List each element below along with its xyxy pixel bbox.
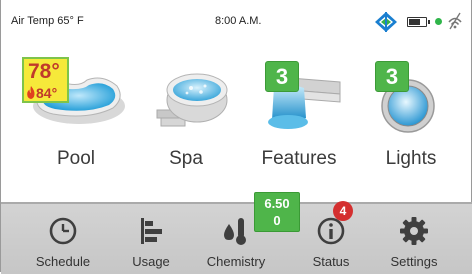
controller-screen: Air Temp 65° F 8:00 A.M. Pool 78° 84° Sp… bbox=[0, 0, 472, 274]
chemistry-icon bbox=[224, 218, 246, 245]
lights-count-badge: 3 bbox=[375, 61, 409, 92]
lights-label: Lights bbox=[385, 148, 437, 169]
nav-status-label: Status bbox=[312, 254, 350, 269]
pool-temp-badge: 78° 84° bbox=[22, 57, 69, 103]
pool-current-temp: 84° bbox=[36, 85, 58, 101]
chemistry-ph-value: 6.50 bbox=[264, 196, 290, 211]
nav-usage[interactable]: Usage bbox=[104, 204, 198, 274]
spa-image bbox=[156, 73, 228, 127]
chemistry-readings-badge: 6.50 0 bbox=[254, 192, 300, 232]
nav-schedule[interactable]: Schedule bbox=[16, 204, 110, 274]
nav-chemistry-label: Chemistry bbox=[206, 254, 266, 269]
lights-tile[interactable]: Lights bbox=[356, 52, 466, 182]
usage-bars-icon bbox=[141, 218, 162, 244]
status-bar: Air Temp 65° F 8:00 A.M. bbox=[1, 0, 472, 40]
pool-label: Pool bbox=[56, 148, 96, 169]
spa-label: Spa bbox=[169, 148, 203, 169]
bottom-nav-bar: Schedule Usage Chemistry Status Settings bbox=[1, 202, 472, 274]
features-tile[interactable]: Features bbox=[244, 52, 354, 182]
connection-status-dot bbox=[435, 18, 442, 25]
nav-schedule-label: Schedule bbox=[35, 254, 91, 269]
features-label: Features bbox=[261, 148, 337, 169]
wifi-off-icon bbox=[448, 12, 462, 30]
nav-settings[interactable]: Settings bbox=[367, 204, 461, 274]
nav-settings-label: Settings bbox=[390, 254, 438, 269]
clock: 8:00 A.M. bbox=[215, 15, 262, 27]
air-temp-readout: Air Temp 65° F bbox=[11, 15, 84, 27]
clock-icon bbox=[49, 217, 77, 245]
features-count-badge: 3 bbox=[265, 61, 299, 92]
nav-usage-label: Usage bbox=[132, 254, 170, 269]
battery-icon bbox=[407, 17, 430, 27]
status-alert-count-badge: 4 bbox=[333, 201, 353, 221]
spa-tile[interactable]: Spa bbox=[131, 52, 241, 182]
gear-icon bbox=[400, 217, 428, 245]
pool-set-temp: 78° bbox=[28, 60, 60, 83]
heater-flame-icon bbox=[27, 86, 35, 99]
chemistry-orp-value: 0 bbox=[273, 213, 281, 228]
brand-logo-icon bbox=[375, 12, 397, 32]
